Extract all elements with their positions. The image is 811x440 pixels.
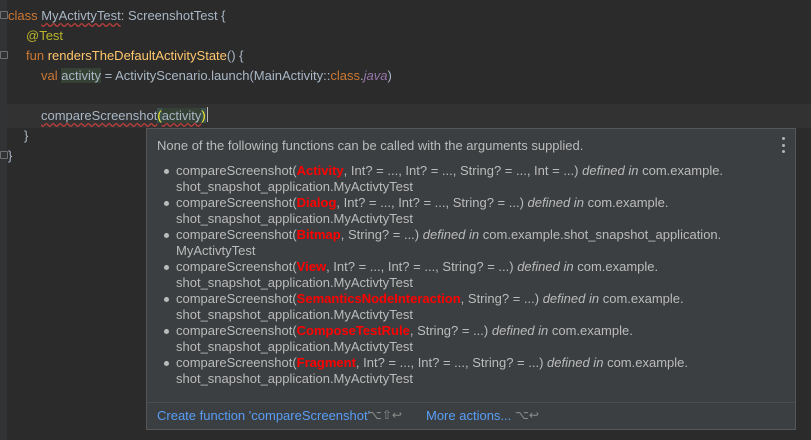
overload-location-cont: shot_snapshot_application.MyActivtyTest xyxy=(176,339,414,354)
fold-end-marker-icon[interactable] xyxy=(0,151,8,159)
text-caret xyxy=(206,107,208,122)
keyword: fun xyxy=(26,48,45,63)
overload-location: com.example. xyxy=(551,323,633,338)
close-brace: } xyxy=(8,148,13,163)
overload-signature: compareScreenshot( xyxy=(176,323,297,338)
overload-params: , Int? = ..., Int? = ..., String? = ...) xyxy=(326,259,514,274)
colon: : xyxy=(120,8,128,23)
editor-gutter xyxy=(0,0,7,440)
list-item: compareScreenshot(Fragment, Int? = ..., … xyxy=(157,355,777,387)
overload-params: , Int? = ..., Int? = ..., String? = ...,… xyxy=(343,163,579,178)
code-line-2: @Test xyxy=(26,26,63,46)
defined-in-label: defined in xyxy=(582,163,639,178)
defined-in-label: defined in xyxy=(542,291,600,306)
bullet-icon xyxy=(164,297,169,302)
overload-params: , String? = ...) xyxy=(340,227,420,242)
close-brace: } xyxy=(24,128,29,143)
overload-location: com.example. xyxy=(607,355,688,370)
mismatched-type: Fragment xyxy=(296,355,356,370)
defined-in-label: defined in xyxy=(517,259,574,274)
defined-in-label: defined in xyxy=(491,323,549,338)
code-line-3: fun rendersTheDefaultActivityState() { xyxy=(26,46,244,66)
defined-in-label: defined in xyxy=(527,195,584,210)
overload-signature: compareScreenshot( xyxy=(176,227,297,242)
list-item: compareScreenshot(Bitmap, String? = ...)… xyxy=(157,227,777,259)
keyword: class xyxy=(8,8,38,23)
bullet-icon xyxy=(164,265,169,270)
create-function-link[interactable]: Create function 'compareScreenshot' xyxy=(157,408,370,423)
overload-location-cont: shot_snapshot_application.MyActivtyTest xyxy=(176,371,414,386)
function-name: rendersTheDefaultActivityState xyxy=(47,48,227,63)
overload-location: com.example. xyxy=(577,259,659,274)
error-tooltip-popup: None of the following functions can be c… xyxy=(146,128,796,430)
fold-marker-icon[interactable] xyxy=(0,51,8,59)
params: () { xyxy=(226,48,244,63)
overload-location-cont: MyActivtyTest xyxy=(176,243,256,258)
bullet-icon xyxy=(164,233,169,238)
code-line-1: class MyActivtyTest: ScreenshotTest { xyxy=(8,6,226,26)
keyword: class xyxy=(330,68,361,83)
class-name: MyActivtyTest xyxy=(41,8,121,23)
list-item: compareScreenshot(ComposeTestRule, Strin… xyxy=(157,323,777,355)
close-paren: ) xyxy=(201,108,206,123)
mismatched-type: Bitmap xyxy=(296,227,341,242)
overload-signature: compareScreenshot( xyxy=(176,355,297,370)
popup-header: None of the following functions can be c… xyxy=(157,138,584,153)
list-item: compareScreenshot(View, Int? = ..., Int?… xyxy=(157,259,777,291)
open-brace: { xyxy=(217,8,226,23)
overload-signature: compareScreenshot( xyxy=(176,291,297,306)
mismatched-type: ComposeTestRule xyxy=(296,323,410,338)
overload-params: , String? = ...) xyxy=(409,323,489,338)
keyword: val xyxy=(41,68,58,83)
more-actions-link[interactable]: More actions... xyxy=(426,408,511,423)
mismatched-type: View xyxy=(296,259,327,274)
code-line-8: } xyxy=(8,146,12,166)
overload-location: com.example. xyxy=(642,163,724,178)
overload-location: com.example.shot_snapshot_application. xyxy=(482,227,722,242)
mismatched-type: Activity xyxy=(296,163,344,178)
expression: = ActivityScenario.launch(MainActivity:: xyxy=(100,68,331,83)
list-item: compareScreenshot(SemanticsNodeInteracti… xyxy=(157,291,777,323)
mismatched-type: SemanticsNodeInteraction xyxy=(296,291,461,306)
overload-location-cont: shot_snapshot_application.MyActivtyTest xyxy=(176,307,414,322)
argument: activity xyxy=(161,108,202,123)
code-editor[interactable]: class MyActivtyTest: ScreenshotTest { @T… xyxy=(0,0,811,440)
create-function-shortcut: ⌥⇧↩ xyxy=(368,408,402,422)
variable-name: activity xyxy=(61,68,101,83)
java-property: java xyxy=(363,68,388,83)
vertical-ellipsis-icon[interactable] xyxy=(780,137,786,153)
mismatched-type: Dialog xyxy=(296,195,337,210)
close-paren: ) xyxy=(387,68,392,83)
overload-list: compareScreenshot(Activity, Int? = ..., … xyxy=(157,163,777,387)
list-item: compareScreenshot(Dialog, Int? = ..., In… xyxy=(157,195,777,227)
parent-class: ScreenshotTest xyxy=(127,8,218,23)
fold-marker-icon[interactable] xyxy=(0,11,8,19)
code-line-7: } xyxy=(24,126,28,146)
call-name: compareScreenshot xyxy=(41,108,158,123)
overload-location-cont: shot_snapshot_application.MyActivtyTest xyxy=(176,211,414,226)
bullet-icon xyxy=(164,329,169,334)
more-actions-shortcut: ⌥↩ xyxy=(515,408,539,422)
test-annotation: @Test xyxy=(26,28,64,43)
overload-params: , Int? = ..., Int? = ..., String? = ...) xyxy=(336,195,524,210)
bullet-icon xyxy=(164,361,169,366)
overload-signature: compareScreenshot( xyxy=(176,163,297,178)
overload-location-cont: shot_snapshot_application.MyActivtyTest xyxy=(176,179,414,194)
code-line-6: compareScreenshot(activity) xyxy=(41,106,208,126)
defined-in-label: defined in xyxy=(422,227,480,242)
overload-signature: compareScreenshot( xyxy=(176,259,297,274)
overload-params: , Int? = ..., Int? = ..., String? = ...) xyxy=(355,355,544,370)
overload-location: com.example. xyxy=(587,195,669,210)
list-item: compareScreenshot(Activity, Int? = ..., … xyxy=(157,163,777,195)
bullet-icon xyxy=(164,169,169,174)
defined-in-label: defined in xyxy=(547,355,604,370)
overload-params: , String? = ...) xyxy=(460,291,540,306)
bullet-icon xyxy=(164,201,169,206)
overload-location-cont: shot_snapshot_application.MyActivtyTest xyxy=(176,275,414,290)
code-line-4: val activity = ActivityScenario.launch(M… xyxy=(41,66,392,86)
overload-signature: compareScreenshot( xyxy=(176,195,297,210)
overload-location: com.example. xyxy=(602,291,684,306)
popup-footer: Create function 'compareScreenshot' ⌥⇧↩ … xyxy=(147,402,795,429)
